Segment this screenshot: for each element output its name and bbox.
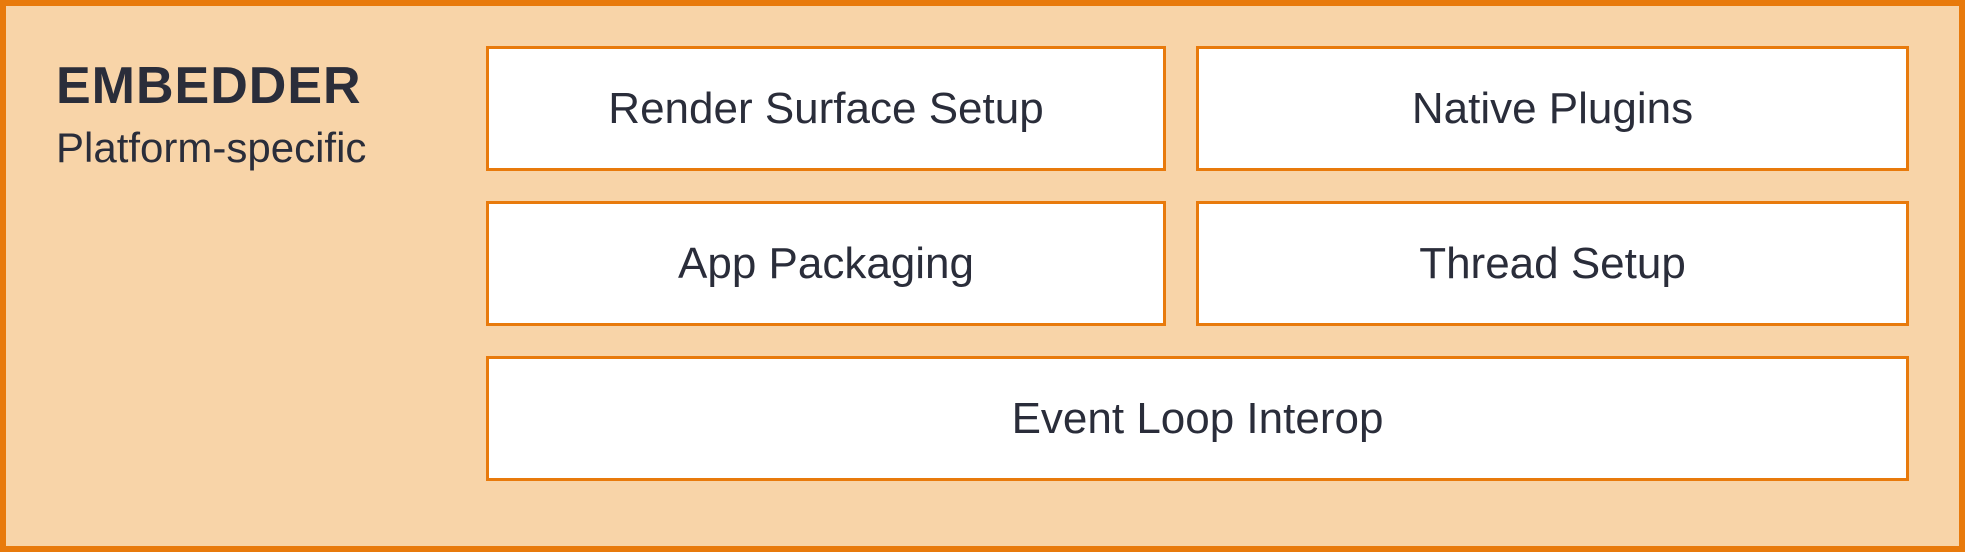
diagram-title: EMBEDDER <box>56 56 486 116</box>
boxes-column: Render Surface Setup Native Plugins App … <box>486 46 1909 506</box>
box-render-surface: Render Surface Setup <box>486 46 1166 171</box>
embedder-diagram: EMBEDDER Platform-specific Render Surfac… <box>0 0 1965 552</box>
box-native-plugins: Native Plugins <box>1196 46 1909 171</box>
row-2: App Packaging Thread Setup <box>486 201 1909 326</box>
box-event-loop: Event Loop Interop <box>486 356 1909 481</box>
diagram-subtitle: Platform-specific <box>56 124 486 172</box>
row-3: Event Loop Interop <box>486 356 1909 481</box>
header-column: EMBEDDER Platform-specific <box>56 46 486 506</box>
box-app-packaging: App Packaging <box>486 201 1166 326</box>
row-1: Render Surface Setup Native Plugins <box>486 46 1909 171</box>
box-thread-setup: Thread Setup <box>1196 201 1909 326</box>
